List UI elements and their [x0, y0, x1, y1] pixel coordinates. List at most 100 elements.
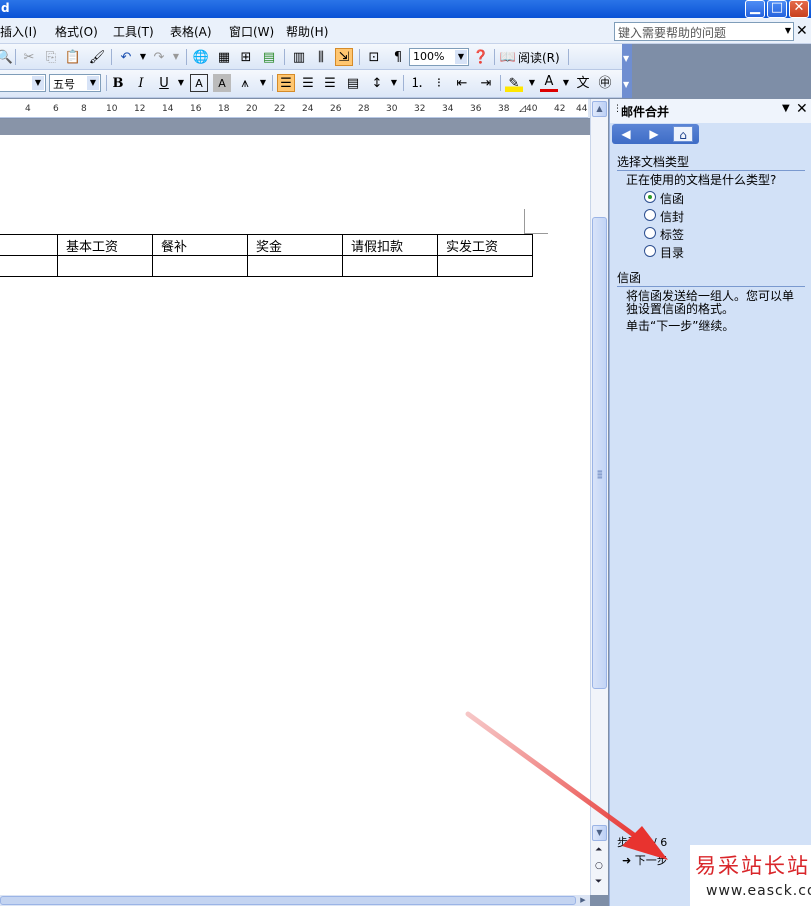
align-right-icon[interactable]: ☰ [321, 74, 339, 92]
table-cell[interactable] [57, 255, 153, 277]
maximize-button[interactable]: □ [767, 0, 787, 18]
read-mode-icon[interactable]: 📖 [499, 48, 517, 66]
decrease-indent-icon[interactable]: ⇤ [453, 74, 471, 92]
scroll-down-button[interactable]: ▼ [592, 825, 607, 841]
read-mode-button[interactable]: 阅读(R) [518, 49, 560, 66]
option-label[interactable]: 目录 [660, 244, 684, 261]
insert-excel-icon[interactable]: ▤ [260, 48, 278, 66]
table-cell[interactable] [437, 255, 533, 277]
justify-icon[interactable]: ▤ [344, 74, 362, 92]
highlight-icon[interactable]: ✎ [505, 74, 523, 92]
next-page-icon[interactable]: ⏷ [595, 877, 602, 887]
chevron-down-icon[interactable]: ▼ [557, 74, 575, 92]
hyperlink-icon[interactable]: 🌐 [192, 48, 210, 66]
paragraph-mark-icon[interactable]: ¶ [389, 48, 407, 66]
columns-icon[interactable]: ▥ [290, 48, 308, 66]
menu-window[interactable]: 窗口(W) [229, 23, 274, 40]
menu-tools[interactable]: 工具(T) [113, 23, 154, 40]
undo-icon[interactable]: ↶ [117, 48, 135, 66]
table-cell[interactable]: 奖金 [247, 234, 343, 256]
toolbar-options-button[interactable]: ▼ [622, 70, 632, 98]
tables-borders-icon[interactable]: ▦ [215, 48, 233, 66]
menu-table[interactable]: 表格(A) [170, 23, 212, 40]
scroll-up-button[interactable]: ▲ [592, 101, 607, 117]
right-indent-marker-icon[interactable]: ◿ [519, 104, 526, 114]
menu-insert[interactable]: 插入(I) [0, 23, 37, 40]
salary-table[interactable]: 基本工资 餐补 奖金 请假扣款 实发工资 [0, 234, 533, 277]
italic-icon[interactable]: I [132, 74, 150, 92]
table-cell[interactable] [152, 255, 248, 277]
table-cell[interactable]: 实发工资 [437, 234, 533, 256]
chevron-down-icon[interactable]: ▼ [385, 74, 403, 92]
paste-icon[interactable]: 📋 [64, 48, 82, 66]
copy-icon[interactable]: ⎘ [42, 48, 60, 66]
forward-icon[interactable]: ▶ [644, 126, 664, 142]
character-border-icon[interactable]: A [190, 74, 208, 92]
bold-icon[interactable]: B [109, 74, 127, 92]
line-spacing-icon[interactable]: ↕ [368, 74, 386, 92]
menu-help[interactable]: 帮助(H) [286, 23, 328, 40]
grip-icon[interactable]: ⋮ [613, 104, 622, 114]
format-painter-icon[interactable]: 🖌 [88, 48, 106, 66]
drawing-icon[interactable]: ⫼ [312, 48, 330, 66]
character-shading-icon[interactable]: A [213, 74, 231, 92]
chevron-down-icon[interactable]: ▼ [455, 50, 467, 64]
home-icon[interactable]: ⌂ [673, 126, 693, 142]
table-cell[interactable]: 基本工资 [57, 234, 153, 256]
option-label[interactable]: 信函 [660, 190, 684, 207]
option-label[interactable]: 标签 [660, 226, 684, 243]
chevron-down-icon[interactable]: ▼ [785, 26, 791, 35]
chevron-down-icon[interactable]: ▼ [254, 74, 272, 92]
help-search-box[interactable]: 键入需要帮助的问题 ▼ [614, 22, 794, 41]
back-icon[interactable]: ◀ [616, 126, 636, 142]
numbering-icon[interactable]: ⒈ [408, 74, 426, 92]
align-left-icon[interactable]: ☰ [277, 74, 295, 92]
chevron-down-icon[interactable]: ▼ [167, 48, 185, 66]
character-scale-icon[interactable]: ⩚ [236, 74, 254, 92]
underline-icon[interactable]: U [155, 74, 173, 92]
close-icon[interactable]: ✕ [796, 101, 808, 117]
radio-directory[interactable] [644, 245, 656, 257]
previous-page-icon[interactable]: ⏶ [595, 845, 602, 855]
horizontal-scrollbar[interactable]: ▶ [0, 895, 590, 906]
radio-letters[interactable] [644, 191, 656, 203]
radio-envelopes[interactable] [644, 209, 656, 221]
print-preview-icon[interactable]: 🔍 [0, 48, 14, 66]
horizontal-ruler[interactable]: 4 6 8 10 12 14 16 18 20 22 24 26 28 30 3… [0, 99, 588, 118]
font-name-select[interactable]: ▼ [0, 74, 46, 92]
browse-object-icon[interactable]: ○ [595, 861, 603, 871]
insert-table-icon[interactable]: ⊞ [237, 48, 255, 66]
chevron-down-icon[interactable]: ▼ [523, 74, 541, 92]
minimize-button[interactable]: ▁ [745, 0, 765, 18]
scroll-thumb[interactable]: ▬ ▬ ▬ [592, 217, 607, 689]
table-cell[interactable] [247, 255, 343, 277]
scroll-right-button[interactable]: ▶ [577, 896, 589, 905]
table-cell[interactable] [0, 234, 58, 256]
scroll-thumb[interactable] [0, 896, 576, 905]
zoom-select[interactable]: 100% ▼ [409, 48, 469, 66]
chevron-down-icon[interactable]: ▼ [782, 103, 790, 114]
font-color-icon[interactable]: A [540, 74, 558, 92]
table-cell[interactable]: 请假扣款 [342, 234, 438, 256]
increase-indent-icon[interactable]: ⇥ [477, 74, 495, 92]
close-document-icon[interactable]: ✕ [796, 23, 808, 39]
vertical-scrollbar[interactable]: ▲ ▬ ▬ ▬ ▼ ⏶ ○ ⏷ [590, 99, 608, 895]
close-window-button[interactable]: ✕ [789, 0, 809, 18]
cut-icon[interactable]: ✂ [20, 48, 38, 66]
phonetic-guide-icon[interactable]: 文 [574, 74, 592, 92]
help-icon[interactable]: ❓ [472, 48, 490, 66]
table-cell[interactable] [0, 255, 58, 277]
align-center-icon[interactable]: ☰ [299, 74, 317, 92]
document-map-icon[interactable]: ⇲ [335, 48, 353, 66]
bullets-icon[interactable]: ⁝ [430, 74, 448, 92]
table-cell[interactable] [342, 255, 438, 277]
chevron-down-icon[interactable]: ▼ [87, 76, 99, 90]
enclose-characters-icon[interactable]: ㊥ [596, 74, 614, 92]
menu-format[interactable]: 格式(O) [55, 23, 98, 40]
chevron-down-icon[interactable]: ▼ [32, 76, 44, 90]
option-label[interactable]: 信封 [660, 208, 684, 225]
radio-labels[interactable] [644, 227, 656, 239]
toolbar-options-button[interactable]: ▼ [622, 44, 632, 70]
table-cell[interactable]: 餐补 [152, 234, 248, 256]
chevron-down-icon[interactable]: ▼ [172, 74, 190, 92]
